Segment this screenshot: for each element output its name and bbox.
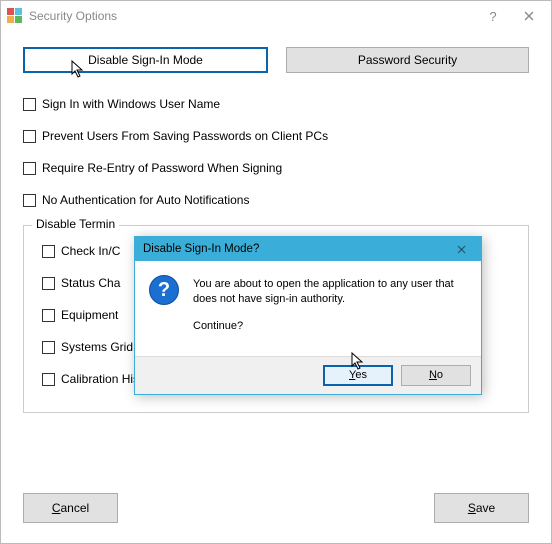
titlebar: Security Options ?: [1, 1, 551, 31]
yes-button[interactable]: Yes: [323, 365, 393, 386]
app-icon: [7, 8, 23, 24]
confirm-dialog: Disable Sign-In Mode? ? You are about to…: [134, 236, 482, 395]
checkbox-icon: [42, 245, 55, 258]
checkbox-icon: [23, 98, 36, 111]
close-icon: [524, 11, 534, 21]
dialog-close-button[interactable]: [449, 241, 473, 257]
group-legend: Disable Termin: [32, 217, 119, 231]
checkbox-label: Systems Grid: [61, 340, 133, 354]
checkbox-label: Sign In with Windows User Name: [42, 97, 220, 111]
checkbox-label: Status Cha: [61, 276, 120, 290]
checkbox-prevent-save[interactable]: Prevent Users From Saving Passwords on C…: [23, 129, 529, 143]
checkbox-icon: [42, 309, 55, 322]
dialog-title: Disable Sign-In Mode?: [143, 243, 259, 255]
checkbox-icon: [42, 341, 55, 354]
checkbox-icon: [23, 130, 36, 143]
close-icon: [457, 245, 466, 254]
disable-signin-button[interactable]: Disable Sign-In Mode: [23, 47, 268, 73]
footer: Cancel Save: [23, 493, 529, 523]
checkbox-icon: [42, 373, 55, 386]
checkbox-label: Prevent Users From Saving Passwords on C…: [42, 129, 328, 143]
disable-signin-label: Disable Sign-In Mode: [88, 53, 203, 67]
question-icon: ?: [149, 275, 179, 305]
checkbox-reentry[interactable]: Require Re-Entry of Password When Signin…: [23, 161, 529, 175]
checkbox-icon: [42, 277, 55, 290]
security-options-window: Security Options ? Disable Sign-In Mode …: [0, 0, 552, 544]
checkbox-icon: [23, 162, 36, 175]
checkbox-icon: [23, 194, 36, 207]
dialog-footer: Yes No: [135, 356, 481, 394]
checkbox-label: Require Re-Entry of Password When Signin…: [42, 161, 282, 175]
close-button[interactable]: [507, 1, 551, 31]
dialog-text: You are about to open the application to…: [193, 275, 467, 346]
save-button[interactable]: Save: [434, 493, 529, 523]
checkbox-label: Equipment: [61, 308, 118, 322]
checkbox-no-auth[interactable]: No Authentication for Auto Notifications: [23, 193, 529, 207]
checkbox-label: Check In/C: [61, 244, 120, 258]
no-button[interactable]: No: [401, 365, 471, 386]
cancel-button[interactable]: Cancel: [23, 493, 118, 523]
window-title: Security Options: [29, 9, 117, 23]
help-button[interactable]: ?: [479, 1, 507, 31]
checkbox-label: No Authentication for Auto Notifications: [42, 193, 249, 207]
dialog-titlebar: Disable Sign-In Mode?: [135, 237, 481, 261]
checkbox-windows-user[interactable]: Sign In with Windows User Name: [23, 97, 529, 111]
password-security-label: Password Security: [358, 53, 457, 67]
password-security-button[interactable]: Password Security: [286, 47, 529, 73]
